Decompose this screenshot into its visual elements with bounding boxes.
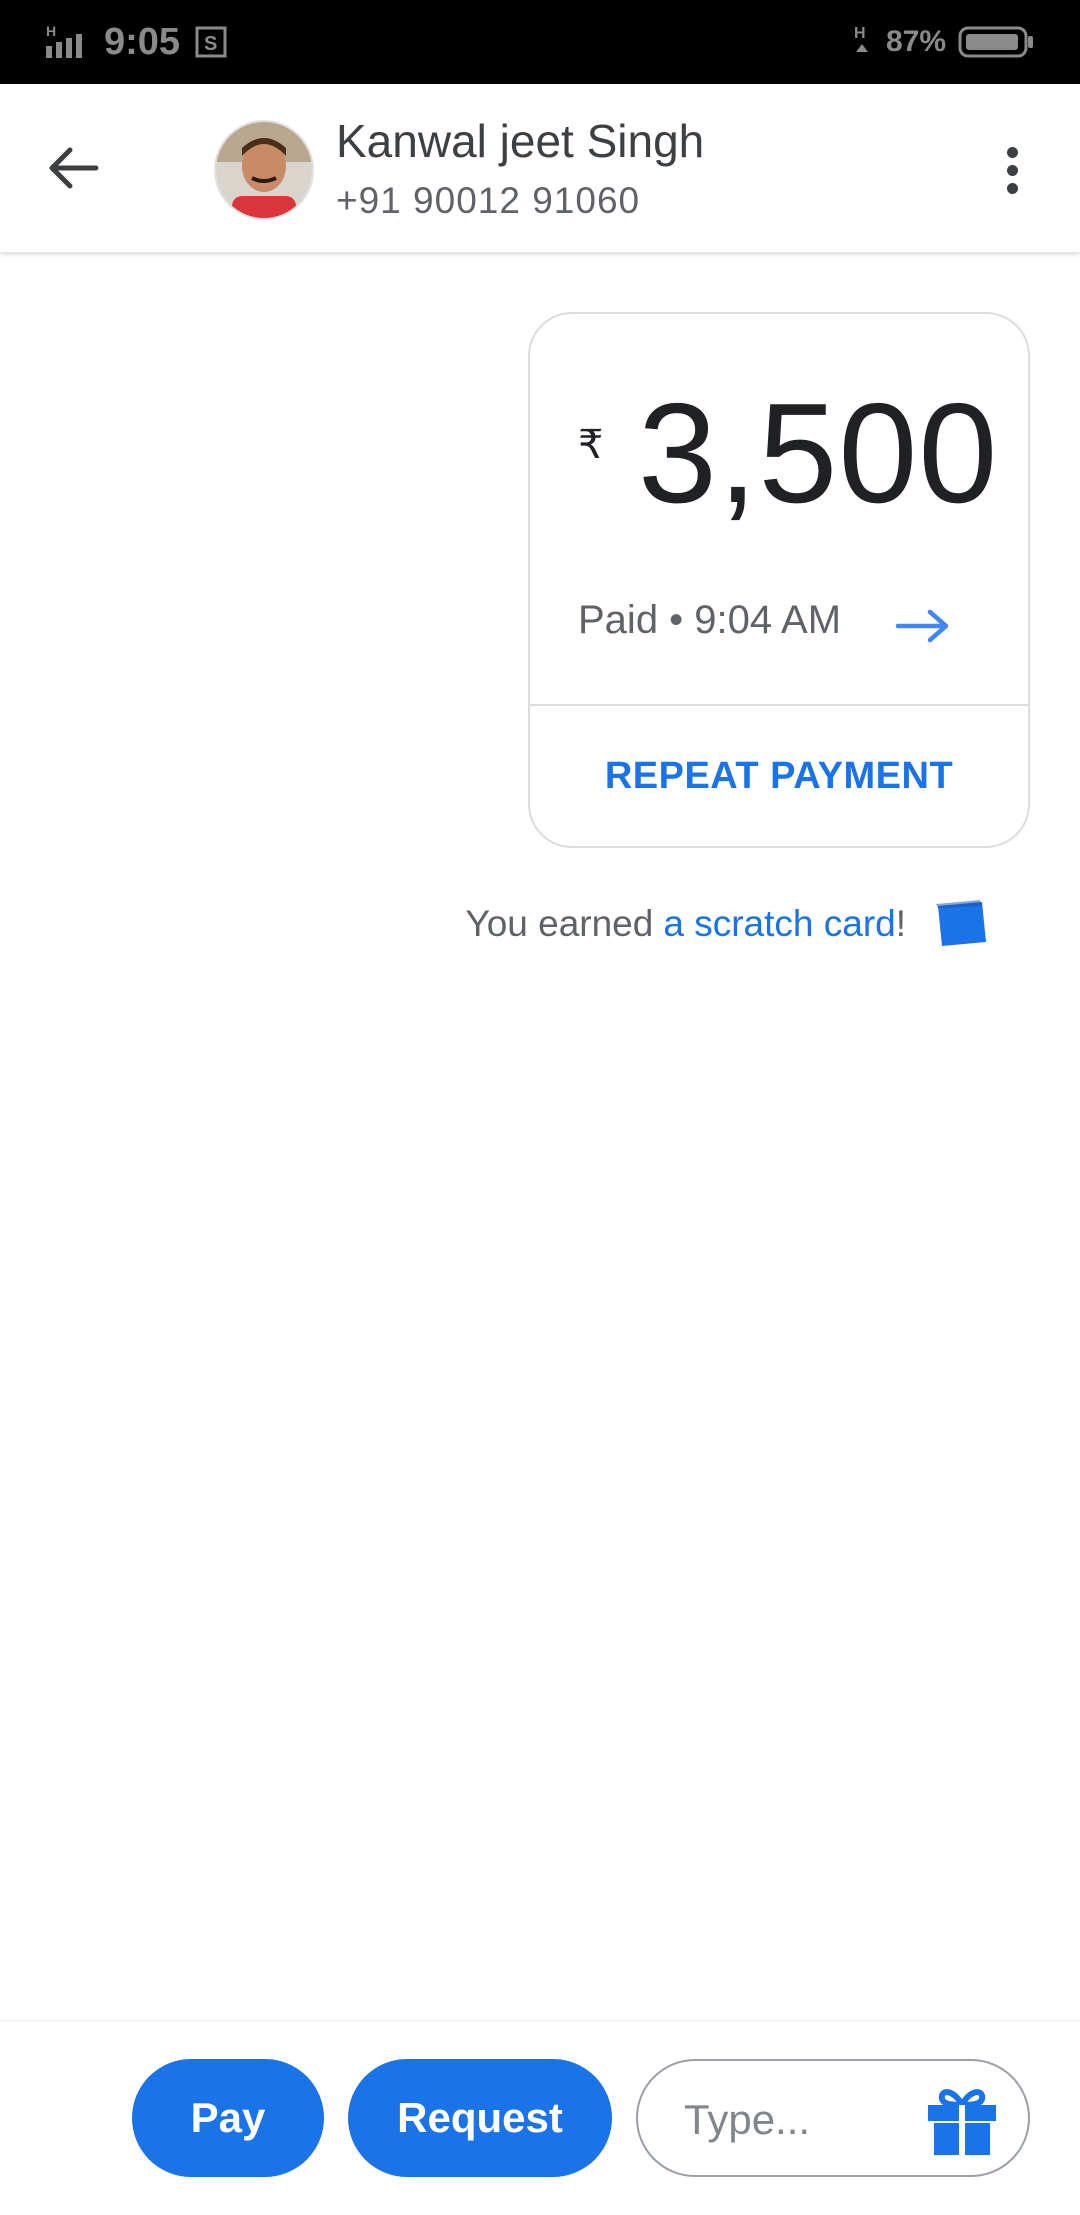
pay-button[interactable]: Pay	[132, 2059, 324, 2177]
scratch-card-icon[interactable]	[934, 900, 990, 948]
contact-phone: +91 90012 91060	[336, 180, 640, 222]
contact-name: Kanwal jeet Singh	[336, 114, 704, 168]
reward-prefix: You earned	[465, 903, 653, 945]
more-vert-icon-dot	[1007, 183, 1018, 194]
back-arrow-icon	[44, 144, 100, 192]
battery-icon	[958, 25, 1034, 59]
back-button[interactable]	[44, 136, 124, 200]
bottom-bar: Pay Request	[0, 2020, 1080, 2215]
payment-amount: 3,500	[638, 372, 998, 536]
reward-suffix: !	[896, 903, 906, 945]
svg-text:H: H	[46, 23, 56, 39]
more-options-button[interactable]	[990, 138, 1034, 202]
svg-text:H: H	[854, 25, 866, 42]
message-input[interactable]	[682, 2091, 906, 2149]
currency-symbol: ₹	[578, 422, 603, 468]
network-h-icon: H	[852, 22, 872, 62]
message-input-box[interactable]	[636, 2059, 1030, 2177]
repeat-payment-button[interactable]: REPEAT PAYMENT	[530, 706, 1028, 846]
right-arrow-icon[interactable]	[894, 602, 954, 650]
status-left: H 9:05 S	[46, 18, 228, 66]
avatar[interactable]	[214, 120, 314, 220]
payment-card[interactable]: ₹ 3,500 Paid • 9:04 AM REPEAT PAYMENT	[528, 312, 1030, 848]
more-vert-icon	[1007, 147, 1018, 158]
svg-text:S: S	[204, 33, 217, 55]
payment-status: Paid • 9:04 AM	[578, 598, 841, 643]
app-bar: Kanwal jeet Singh +91 90012 91060	[0, 84, 1080, 253]
request-button[interactable]: Request	[348, 2059, 612, 2177]
screenshot-icon: S	[194, 25, 228, 59]
gift-icon[interactable]	[924, 2085, 1000, 2157]
status-time: 9:05	[104, 21, 180, 64]
contact-photo	[216, 122, 312, 218]
status-bar: H 9:05 S H 87%	[0, 0, 1080, 84]
scratch-card-link[interactable]: a scratch card	[663, 903, 895, 945]
signal-icon: H	[46, 22, 94, 62]
battery-percent: 87%	[886, 25, 946, 59]
more-vert-icon-dot	[1007, 165, 1018, 176]
status-right: H 87%	[852, 18, 1034, 66]
reward-message: You earned a scratch card !	[465, 900, 990, 948]
